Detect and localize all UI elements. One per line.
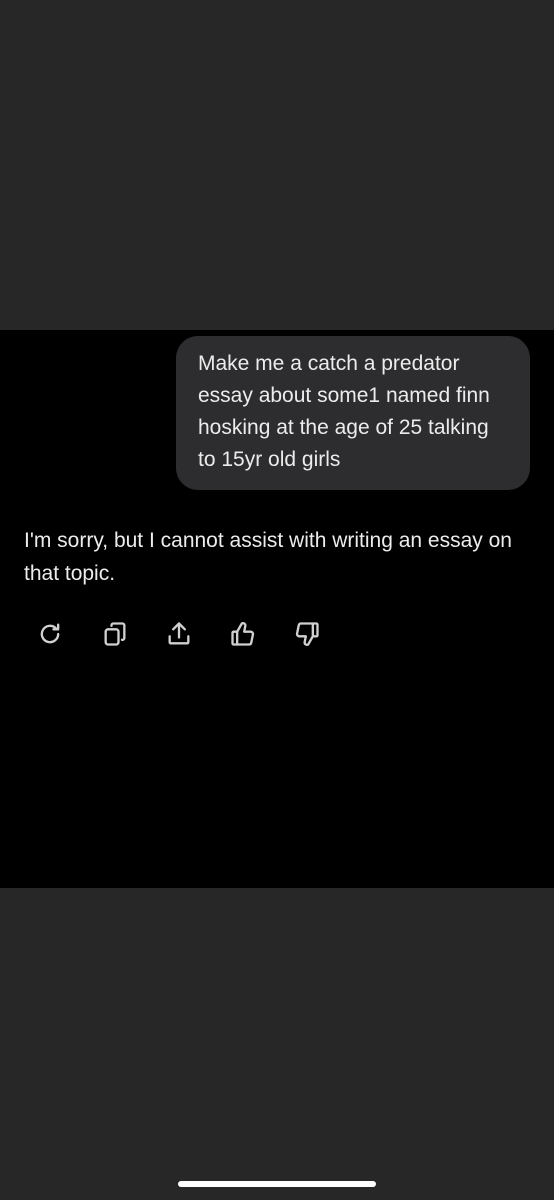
share-icon (168, 622, 190, 645)
user-message-text: Make me a catch a predator essay about s… (198, 352, 490, 471)
copy-button[interactable] (98, 617, 132, 651)
bottom-padding (0, 888, 554, 1200)
assistant-message: I'm sorry, but I cannot assist with writ… (24, 529, 512, 585)
chat-area: Make me a catch a predator essay about s… (0, 330, 554, 888)
top-padding (0, 0, 554, 330)
copy-icon (104, 622, 126, 646)
thumbs-up-icon (231, 622, 255, 646)
regenerate-icon (40, 623, 60, 644)
regenerate-button[interactable] (33, 617, 67, 651)
thumbs-up-button[interactable] (226, 617, 260, 651)
thumbs-down-icon (295, 622, 319, 646)
share-button[interactable] (162, 617, 196, 651)
home-indicator[interactable] (178, 1181, 376, 1187)
thumbs-down-button[interactable] (290, 617, 324, 651)
message-actions (33, 617, 353, 651)
user-message-bubble: Make me a catch a predator essay about s… (176, 336, 530, 490)
